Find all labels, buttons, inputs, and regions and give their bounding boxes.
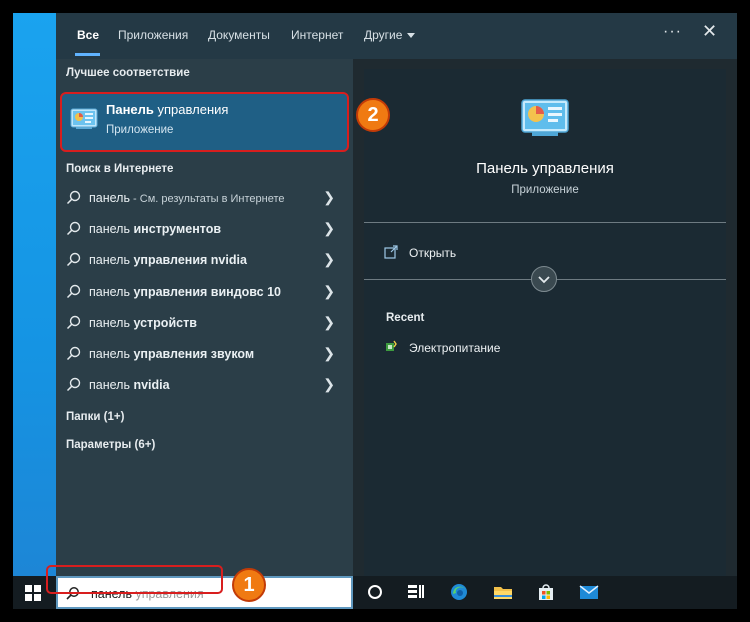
chevron-right-icon[interactable]: ❯ bbox=[323, 376, 335, 393]
group-settings[interactable]: Параметры (6+) bbox=[66, 439, 155, 451]
chevron-right-icon[interactable]: ❯ bbox=[323, 189, 335, 206]
best-match-subtitle: Приложение bbox=[106, 124, 174, 136]
web-search-item-text: панель nvidia bbox=[89, 378, 170, 392]
step-badge-2: 2 bbox=[356, 98, 390, 132]
control-panel-large-icon bbox=[521, 99, 569, 136]
file-explorer-icon[interactable] bbox=[493, 582, 513, 602]
tab-others-label: Другие bbox=[364, 28, 403, 42]
search-icon bbox=[66, 346, 81, 361]
search-icon bbox=[66, 377, 81, 392]
web-search-item[interactable]: панель устройств ❯ bbox=[56, 308, 353, 338]
open-label: Открыть bbox=[409, 246, 457, 260]
web-search-prefix: панель bbox=[89, 285, 134, 299]
web-search-bold: управления звуком bbox=[133, 347, 255, 361]
mail-icon[interactable] bbox=[579, 582, 599, 602]
tab-all[interactable]: Все bbox=[77, 28, 99, 42]
recent-heading: Recent bbox=[386, 312, 425, 324]
chevron-right-icon[interactable]: ❯ bbox=[323, 314, 335, 331]
web-search-bold: управления nvidia bbox=[133, 253, 247, 267]
more-icon[interactable]: ··· bbox=[663, 23, 682, 41]
preview-pane: Панель управления Приложение Открыть Rec… bbox=[364, 69, 726, 576]
best-match-title-rest: управления bbox=[153, 102, 229, 117]
chevron-right-icon[interactable]: ❯ bbox=[323, 345, 335, 362]
recent-item-label: Электропитание bbox=[409, 341, 501, 355]
chevron-down-icon bbox=[407, 33, 416, 39]
search-highlight-box bbox=[46, 565, 223, 594]
chevron-down-icon bbox=[538, 276, 550, 284]
close-icon[interactable]: ✕ bbox=[702, 21, 717, 42]
web-search-item-text: панель инструментов bbox=[89, 222, 221, 236]
search-icon bbox=[66, 190, 81, 205]
store-icon[interactable] bbox=[536, 582, 556, 602]
tab-others[interactable]: Другие bbox=[364, 28, 416, 42]
web-search-prefix: панель bbox=[89, 191, 130, 205]
web-search-item[interactable]: панель - См. результаты в Интернете ❯ bbox=[56, 183, 353, 213]
web-search-prefix: панель bbox=[89, 222, 134, 236]
search-icon bbox=[66, 252, 81, 267]
chevron-right-icon[interactable]: ❯ bbox=[323, 220, 335, 237]
web-search-item[interactable]: панель инструментов ❯ bbox=[56, 214, 353, 244]
control-panel-icon bbox=[70, 108, 98, 129]
web-search-heading: Поиск в Интернете bbox=[66, 163, 174, 175]
step-badge-1: 1 bbox=[232, 568, 266, 602]
web-search-item-text: панель - См. результаты в Интернете bbox=[89, 191, 285, 205]
search-icon bbox=[66, 284, 81, 299]
web-search-item-text: панель управления виндовс 10 bbox=[89, 285, 281, 299]
best-match-title: Панель управления bbox=[106, 102, 228, 117]
web-search-bold: nvidia bbox=[133, 378, 170, 392]
best-match-heading: Лучшее соответствие bbox=[66, 67, 190, 79]
desktop-background bbox=[13, 13, 56, 576]
web-search-bold: управления виндовс 10 bbox=[133, 285, 281, 299]
divider bbox=[364, 222, 726, 223]
preview-subtitle: Приложение bbox=[511, 184, 579, 196]
open-icon bbox=[384, 245, 398, 259]
tab-documents[interactable]: Документы bbox=[208, 28, 270, 42]
web-search-suffix: - См. результаты в Интернете bbox=[129, 193, 285, 205]
chevron-right-icon[interactable]: ❯ bbox=[323, 251, 335, 268]
web-search-prefix: панель bbox=[89, 253, 134, 267]
web-search-item[interactable]: панель управления виндовс 10 ❯ bbox=[56, 277, 353, 307]
web-search-prefix: панель bbox=[89, 378, 134, 392]
web-search-bold: инструментов bbox=[133, 222, 222, 236]
edge-icon[interactable] bbox=[449, 582, 469, 602]
tab-internet[interactable]: Интернет bbox=[291, 28, 343, 42]
chevron-right-icon[interactable]: ❯ bbox=[323, 283, 335, 300]
web-search-item-text: панель управления звуком bbox=[89, 347, 254, 361]
web-search-prefix: панель bbox=[89, 316, 134, 330]
cortana-icon[interactable] bbox=[365, 582, 385, 602]
web-search-prefix: панель bbox=[89, 347, 134, 361]
expand-button[interactable] bbox=[531, 266, 557, 292]
web-search-item-text: панель управления nvidia bbox=[89, 253, 247, 267]
search-icon bbox=[66, 315, 81, 330]
search-icon bbox=[66, 221, 81, 236]
power-options-icon bbox=[386, 340, 397, 351]
results-pane: Лучшее соответствие Панель управления Пр… bbox=[56, 59, 353, 576]
task-view-icon[interactable] bbox=[406, 582, 426, 602]
web-search-bold: устройств bbox=[133, 316, 197, 330]
web-search-item[interactable]: панель управления звуком ❯ bbox=[56, 339, 353, 369]
tab-apps[interactable]: Приложения bbox=[118, 28, 188, 42]
best-match-control-panel[interactable]: Панель управления Приложение bbox=[60, 92, 349, 152]
preview-title: Панель управления bbox=[476, 160, 614, 177]
best-match-title-bold: Панель bbox=[106, 102, 154, 117]
windows-start-icon[interactable] bbox=[25, 585, 41, 601]
web-search-item[interactable]: панель nvidia ❯ bbox=[56, 370, 353, 400]
web-search-item-text: панель устройств bbox=[89, 316, 197, 330]
web-search-item[interactable]: панель управления nvidia ❯ bbox=[56, 245, 353, 275]
tab-active-indicator bbox=[75, 53, 100, 56]
search-tabs-bar: Все Приложения Документы Интернет Другие… bbox=[56, 13, 737, 59]
group-folders[interactable]: Папки (1+) bbox=[66, 411, 124, 423]
